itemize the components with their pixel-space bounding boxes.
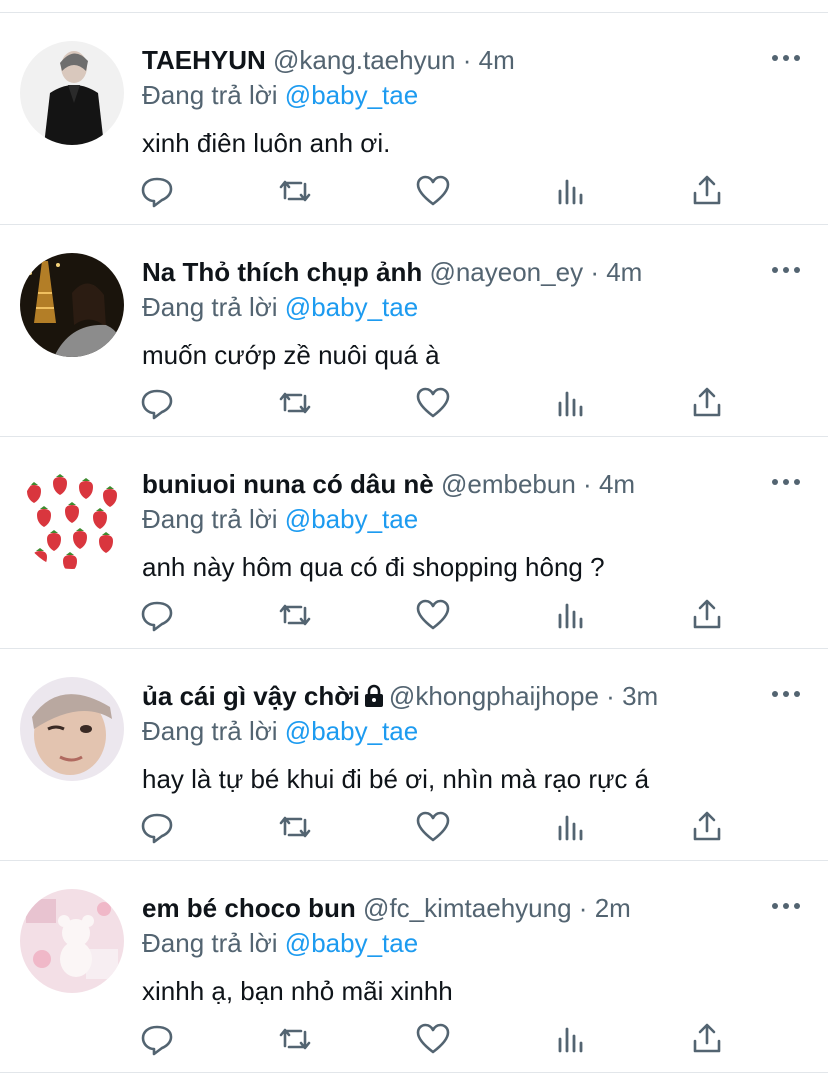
avatar[interactable] bbox=[20, 253, 124, 357]
tweet-actions bbox=[0, 171, 828, 211]
share-icon[interactable] bbox=[687, 595, 727, 635]
replying-to-mention[interactable]: @baby_tae bbox=[285, 716, 418, 746]
separator-dot: · bbox=[583, 469, 592, 499]
replying-to: Đang trả lời @baby_tae bbox=[142, 290, 418, 324]
user-handle: @embebun bbox=[441, 469, 576, 499]
more-options-icon[interactable] bbox=[772, 903, 800, 913]
tweet: em bé choco bun @fc_kimtaehyung · 2m Đang… bbox=[0, 861, 828, 1073]
tweet: ủa cái gì vậy chời @khongphaijhope · 3m Đa… bbox=[0, 649, 828, 861]
replying-to: Đang trả lời @baby_tae bbox=[142, 926, 418, 960]
like-icon[interactable] bbox=[413, 807, 453, 847]
separator-dot: · bbox=[578, 893, 588, 923]
display-name: Na Thỏ thích chụp ảnh bbox=[142, 257, 423, 287]
share-icon[interactable] bbox=[687, 171, 727, 211]
reply-icon[interactable] bbox=[137, 171, 177, 211]
replying-to-mention[interactable]: @baby_tae bbox=[285, 80, 418, 110]
views-icon[interactable] bbox=[551, 383, 591, 423]
timestamp: 4m bbox=[598, 469, 636, 499]
like-icon[interactable] bbox=[413, 383, 453, 423]
replying-prefix: Đang trả lời bbox=[142, 504, 278, 534]
timestamp: 4m bbox=[478, 45, 515, 75]
retweet-icon[interactable] bbox=[275, 1019, 315, 1059]
tweet: Na Thỏ thích chụp ảnh @nayeon_ey · 4m Đan… bbox=[0, 225, 828, 437]
replying-to-mention[interactable]: @baby_tae bbox=[285, 928, 418, 958]
like-icon[interactable] bbox=[413, 1019, 453, 1059]
retweet-icon[interactable] bbox=[275, 595, 315, 635]
lock-icon bbox=[363, 682, 385, 713]
more-options-icon[interactable] bbox=[772, 55, 800, 65]
replying-to: Đang trả lời @baby_tae bbox=[142, 502, 418, 536]
reply-icon[interactable] bbox=[137, 383, 177, 423]
tweet-header: em bé choco bun @fc_kimtaehyung · 2m bbox=[142, 891, 748, 925]
separator-dot: · bbox=[462, 45, 472, 75]
tweet-header: Na Thỏ thích chụp ảnh @nayeon_ey · 4m bbox=[142, 255, 748, 289]
views-icon[interactable] bbox=[551, 171, 591, 211]
tweet-header: buniuoi nuna có dâu nè @embebun · 4m bbox=[142, 467, 748, 501]
tweet-text: anh này hôm qua có đi shopping hông ? bbox=[142, 552, 605, 582]
views-icon[interactable] bbox=[551, 1019, 591, 1059]
tweet: buniuoi nuna có dâu nè @embebun · 4m Đang… bbox=[0, 437, 828, 649]
tweet-actions bbox=[0, 595, 828, 635]
retweet-icon[interactable] bbox=[275, 807, 315, 847]
avatar[interactable] bbox=[20, 41, 124, 145]
tweet-header: TAEHYUN @kang.taehyun · 4m bbox=[142, 43, 748, 77]
replying-prefix: Đang trả lời bbox=[142, 292, 278, 322]
replying-prefix: Đang trả lời bbox=[142, 80, 278, 110]
user-handle: @khongphaijhope bbox=[388, 681, 599, 711]
user-handle: @nayeon_ey bbox=[429, 257, 584, 287]
reply-feed: TAEHYUN @kang.taehyun · 4m Đang trả lời @… bbox=[0, 0, 828, 1085]
display-name: em bé choco bun bbox=[142, 893, 356, 923]
user-handle: @fc_kimtaehyung bbox=[363, 893, 572, 923]
more-options-icon[interactable] bbox=[772, 691, 800, 701]
views-icon[interactable] bbox=[551, 807, 591, 847]
tweet-actions bbox=[0, 1019, 828, 1059]
avatar[interactable] bbox=[20, 465, 124, 569]
replying-to-mention[interactable]: @baby_tae bbox=[285, 504, 418, 534]
timestamp: 4m bbox=[606, 257, 643, 287]
more-options-icon[interactable] bbox=[772, 479, 800, 489]
tweet-text: xinhh ạ, bạn nhỏ mãi xinhh bbox=[142, 976, 453, 1006]
tweet-actions bbox=[0, 807, 828, 847]
replying-prefix: Đang trả lời bbox=[142, 928, 278, 958]
replying-to: Đang trả lời @baby_tae bbox=[142, 78, 418, 112]
tweet: TAEHYUN @kang.taehyun · 4m Đang trả lời @… bbox=[0, 13, 828, 225]
share-icon[interactable] bbox=[687, 383, 727, 423]
avatar[interactable] bbox=[20, 889, 124, 993]
reply-icon[interactable] bbox=[137, 807, 177, 847]
separator-dot: · bbox=[606, 681, 615, 711]
retweet-icon[interactable] bbox=[275, 171, 315, 211]
share-icon[interactable] bbox=[687, 1019, 727, 1059]
display-name: TAEHYUN bbox=[142, 45, 266, 75]
like-icon[interactable] bbox=[413, 171, 453, 211]
timestamp: 2m bbox=[594, 893, 631, 923]
user-handle: @kang.taehyun bbox=[272, 45, 456, 75]
reply-icon[interactable] bbox=[137, 595, 177, 635]
tweet-text: muốn cướp zề nuôi quá à bbox=[142, 340, 440, 370]
tweet-text: xinh điên luôn anh ơi. bbox=[142, 128, 391, 158]
retweet-icon[interactable] bbox=[275, 383, 315, 423]
views-icon[interactable] bbox=[551, 595, 591, 635]
tweet-text: hay là tự bé khui đi bé ơi, nhìn mà rạo … bbox=[142, 764, 650, 794]
reply-icon[interactable] bbox=[137, 1019, 177, 1059]
timestamp: 3m bbox=[622, 681, 659, 711]
replying-prefix: Đang trả lời bbox=[142, 716, 278, 746]
like-icon[interactable] bbox=[413, 595, 453, 635]
separator-dot: · bbox=[590, 257, 599, 287]
display-name: buniuoi nuna có dâu nè bbox=[142, 469, 434, 499]
tweet-header: ủa cái gì vậy chời @khongphaijhope · 3m bbox=[142, 679, 748, 713]
avatar[interactable] bbox=[20, 677, 124, 781]
share-icon[interactable] bbox=[687, 807, 727, 847]
replying-to-mention[interactable]: @baby_tae bbox=[285, 292, 418, 322]
replying-to: Đang trả lời @baby_tae bbox=[142, 714, 418, 748]
tweet-actions bbox=[0, 383, 828, 423]
more-options-icon[interactable] bbox=[772, 267, 800, 277]
display-name: ủa cái gì vậy chời bbox=[142, 681, 360, 711]
